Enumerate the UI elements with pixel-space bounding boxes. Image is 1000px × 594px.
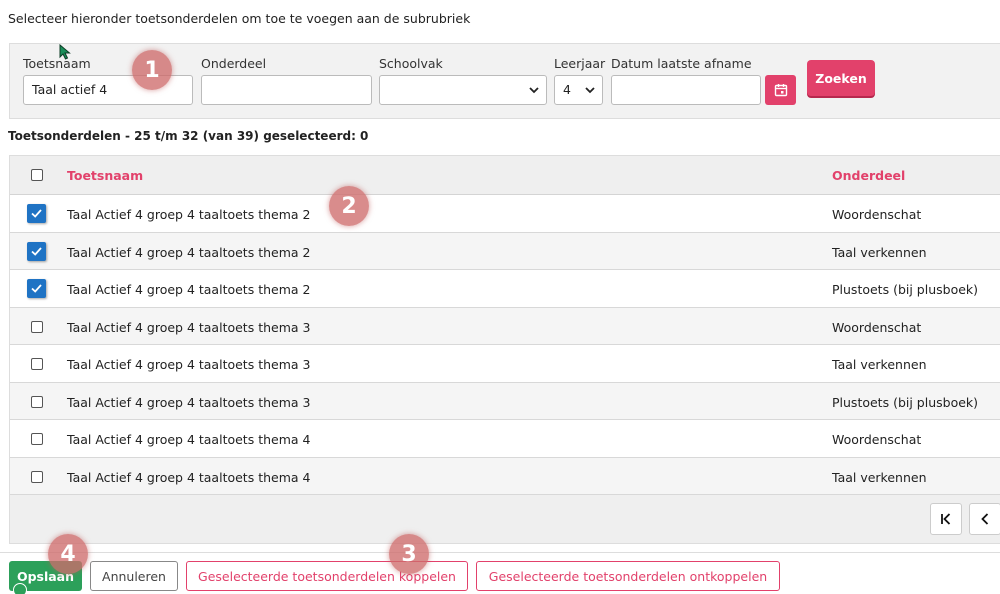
checkmark-icon xyxy=(31,209,42,218)
search-button[interactable]: Zoeken xyxy=(807,60,875,96)
cancel-button[interactable]: Annuleren xyxy=(90,561,178,591)
table-row[interactable]: Taal Actief 4 groep 4 taaltoets thema 4 W… xyxy=(10,420,1000,458)
cell-toetsnaam: Taal Actief 4 groep 4 taaltoets thema 4 xyxy=(67,432,311,447)
checkmark-icon xyxy=(31,246,42,256)
column-header-toetsnaam[interactable]: Toetsnaam xyxy=(67,168,143,183)
onderdeel-input[interactable] xyxy=(201,75,372,105)
row-checkbox[interactable] xyxy=(31,470,43,483)
cell-onderdeel: Woordenschat xyxy=(832,319,922,335)
table-row[interactable]: Taal Actief 4 groep 4 taaltoets thema 2 P… xyxy=(10,270,1000,308)
cell-toetsnaam: Taal Actief 4 groep 4 taaltoets thema 3 xyxy=(67,357,311,372)
cell-toetsnaam: Taal Actief 4 groep 4 taaltoets thema 2 xyxy=(67,207,311,222)
info-icon xyxy=(13,583,27,594)
annotation-marker-2: 2 xyxy=(329,186,369,226)
row-checkbox[interactable] xyxy=(27,204,46,223)
chevron-down-icon xyxy=(529,87,539,94)
results-table: Toetsnaam Onderdeel Taal Actief 4 groep … xyxy=(9,155,1000,544)
calendar-button[interactable] xyxy=(765,75,796,105)
page-intro: Selecteer hieronder toetsonderdelen om t… xyxy=(8,11,471,26)
row-checkbox[interactable] xyxy=(31,433,43,445)
table-row[interactable]: Taal Actief 4 groep 4 taaltoets thema 4 T… xyxy=(10,457,1000,495)
row-checkbox[interactable] xyxy=(27,241,46,261)
cell-toetsnaam: Taal Actief 4 groep 4 taaltoets thema 3 xyxy=(67,394,311,410)
first-page-icon xyxy=(941,513,951,525)
column-header-onderdeel[interactable]: Onderdeel xyxy=(832,168,905,183)
cell-onderdeel: Taal verkennen xyxy=(832,469,927,485)
cell-onderdeel: Taal verkennen xyxy=(832,357,927,372)
first-page-button[interactable] xyxy=(930,503,962,535)
checkmark-icon xyxy=(31,284,42,293)
cell-toetsnaam: Taal Actief 4 groep 4 taaltoets thema 2 xyxy=(67,244,311,260)
table-header: Toetsnaam Onderdeel xyxy=(10,156,1000,195)
link-selected-button[interactable]: Geselecteerde toetsonderdelen koppelen xyxy=(186,561,468,591)
cell-onderdeel: Woordenschat xyxy=(832,207,922,222)
cell-onderdeel: Plustoets (bij plusboek) xyxy=(832,394,979,410)
datum-input[interactable] xyxy=(611,75,761,105)
select-all-checkbox[interactable] xyxy=(31,169,43,181)
annotation-marker-4: 4 xyxy=(48,534,88,574)
row-checkbox[interactable] xyxy=(27,279,46,298)
table-row[interactable]: Taal Actief 4 groep 4 taaltoets thema 3 P… xyxy=(10,382,1000,420)
previous-page-button[interactable] xyxy=(969,503,1000,535)
cell-toetsnaam: Taal Actief 4 groep 4 taaltoets thema 2 xyxy=(67,282,311,297)
row-checkbox[interactable] xyxy=(31,395,43,408)
row-checkbox[interactable] xyxy=(31,320,43,333)
toetsnaam-label: Toetsnaam xyxy=(23,56,91,71)
table-row[interactable]: Taal Actief 4 groep 4 taaltoets thema 3 T… xyxy=(10,345,1000,383)
leerjaar-label: Leerjaar xyxy=(554,56,606,71)
calendar-icon xyxy=(774,84,787,97)
previous-page-icon xyxy=(981,513,989,525)
results-summary: Toetsonderdelen - 25 t/m 32 (van 39) ges… xyxy=(8,129,369,143)
footer-divider xyxy=(0,552,1000,553)
cell-onderdeel: Woordenschat xyxy=(832,432,922,447)
cell-onderdeel: Taal verkennen xyxy=(832,244,927,260)
table-row[interactable]: Taal Actief 4 groep 4 taaltoets thema 2 W… xyxy=(10,195,1000,233)
cell-toetsnaam: Taal Actief 4 groep 4 taaltoets thema 3 xyxy=(67,319,311,335)
datum-label: Datum laatste afname xyxy=(611,56,752,71)
annotation-marker-3: 3 xyxy=(389,534,429,574)
row-checkbox[interactable] xyxy=(31,358,43,370)
schoolvak-label: Schoolvak xyxy=(379,56,443,71)
mouse-cursor-icon xyxy=(59,44,71,60)
cell-toetsnaam: Taal Actief 4 groep 4 taaltoets thema 4 xyxy=(67,469,311,485)
cell-onderdeel: Plustoets (bij plusboek) xyxy=(832,282,979,297)
annotation-marker-1: 1 xyxy=(132,50,172,90)
chevron-down-icon xyxy=(585,87,595,94)
leerjaar-select[interactable]: 4 xyxy=(554,75,603,105)
table-row[interactable]: Taal Actief 4 groep 4 taaltoets thema 2 T… xyxy=(10,232,1000,270)
leerjaar-value: 4 xyxy=(563,82,571,97)
schoolvak-select[interactable] xyxy=(379,75,547,105)
unlink-selected-button[interactable]: Geselecteerde toetsonderdelen ontkoppele… xyxy=(476,561,780,591)
table-row[interactable]: Taal Actief 4 groep 4 taaltoets thema 3 W… xyxy=(10,307,1000,345)
onderdeel-label: Onderdeel xyxy=(201,56,267,71)
